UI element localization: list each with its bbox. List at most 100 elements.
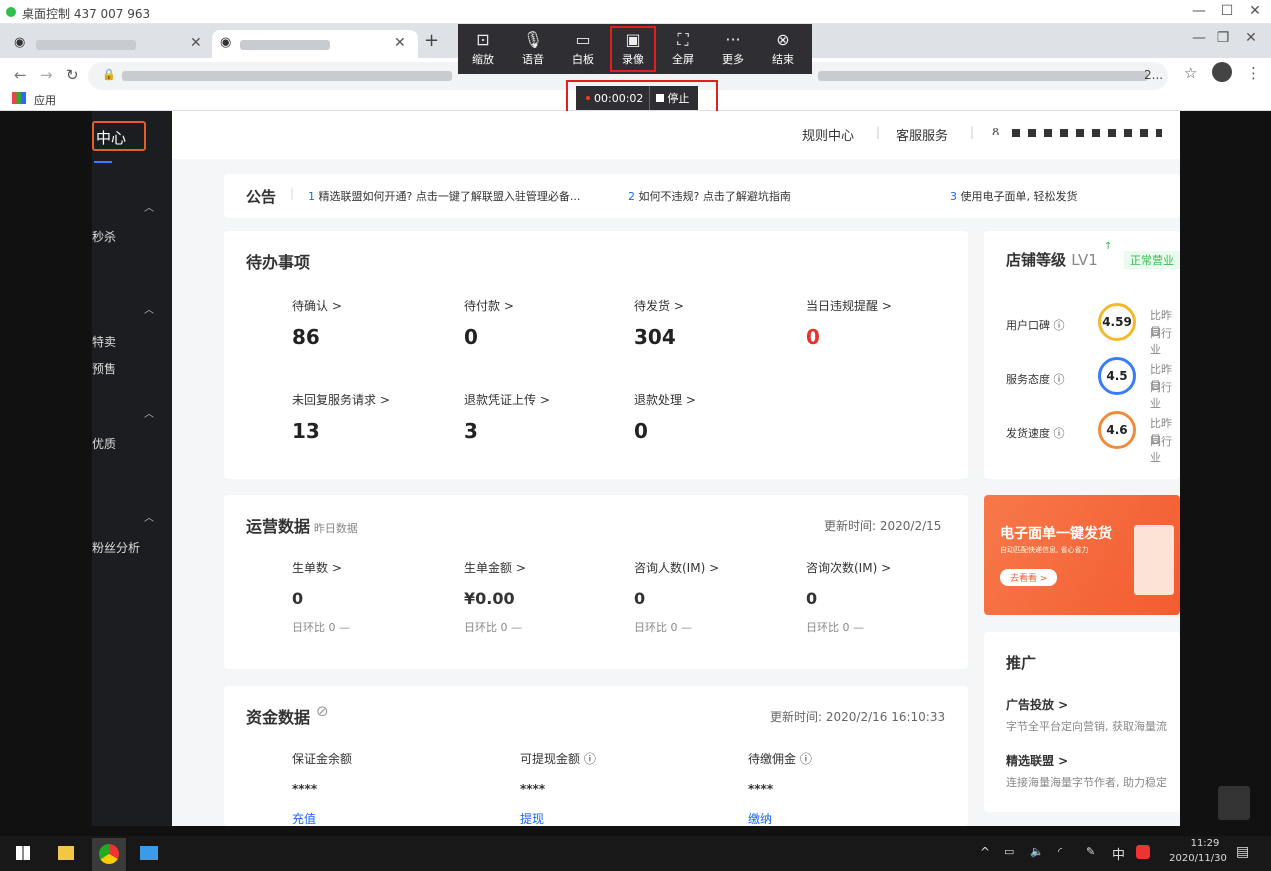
clock-time[interactable]: 11:29 xyxy=(1180,838,1230,849)
fullscreen-icon: ⛶ xyxy=(677,30,689,49)
voice-button[interactable]: 🎙 语音 xyxy=(508,24,558,74)
close-circle-icon: ⊗ xyxy=(776,30,790,49)
menu-icon[interactable]: ⋮ xyxy=(1246,64,1261,82)
todo-label[interactable]: 未回复服务请求 > xyxy=(292,391,390,408)
browser-tab[interactable]: ◉ ✕ xyxy=(8,30,212,58)
sidebar-item[interactable]: 粉丝分析 xyxy=(92,539,140,556)
metric-label: 服务态度 ⓘ xyxy=(1006,373,1065,386)
zoom-button[interactable]: ⊡ 缩放 xyxy=(458,24,508,74)
ops-card: 运营数据 昨日数据 更新时间: 2020/2/15 生单数 > 0 日环比 0 … xyxy=(224,495,968,669)
notice-item-1[interactable]: 1 精选联盟如何开通? 点击一键了解联盟入驻管理必备... xyxy=(308,188,580,204)
new-tab-button[interactable]: + xyxy=(424,30,439,51)
ime-indicator[interactable]: 中 xyxy=(1112,844,1125,863)
funds-value: **** xyxy=(748,782,774,796)
arrow-up-icon: ↑ xyxy=(1104,241,1113,252)
antivirus-icon[interactable] xyxy=(1136,845,1150,859)
clock-date[interactable]: 2020/11/30 xyxy=(1162,853,1234,864)
banner-button[interactable]: 去看看 > xyxy=(1000,569,1058,586)
ops-label[interactable]: 生单金额 > xyxy=(464,559,526,576)
todo-value: 0 xyxy=(634,419,648,443)
metric-compare: 同行业 xyxy=(1150,327,1172,356)
promotion-card: 推广 广告投放 > 字节全平台定向营销, 获取海量流 精选联盟 > 连接海量海量… xyxy=(984,632,1180,812)
apps-label[interactable]: 应用 xyxy=(34,92,56,108)
todo-label[interactable]: 待确认 > xyxy=(292,297,342,314)
recharge-link[interactable]: 充值 xyxy=(292,810,316,827)
ops-updated: 更新时间: 2020/2/15 xyxy=(824,519,942,533)
chevron-up-icon[interactable]: ︿ xyxy=(144,405,154,420)
browser-restore-button[interactable]: ❐ xyxy=(1210,30,1236,46)
status-badge: 正常营业 xyxy=(1124,251,1180,269)
tray-chevron-icon[interactable]: ^ xyxy=(980,845,990,859)
network-icon[interactable]: ◜ xyxy=(1058,845,1062,858)
rules-center-link[interactable]: 规则中心 xyxy=(802,125,854,144)
ops-value: ¥0.00 xyxy=(464,589,515,608)
pay-link[interactable]: 缴纳 xyxy=(748,810,772,827)
ops-label[interactable]: 咨询人数(IM) > xyxy=(634,559,719,576)
notice-title: 公告 xyxy=(246,188,277,206)
remote-title: 桌面控制 437 007 963 xyxy=(22,7,151,21)
battery-icon[interactable]: ▭ xyxy=(1004,845,1014,858)
eye-off-icon[interactable]: ⊘ xyxy=(316,702,329,720)
metric-compare: 同行业 xyxy=(1150,381,1172,410)
ops-label[interactable]: 生单数 > xyxy=(292,559,342,576)
chevron-up-icon[interactable]: ︿ xyxy=(144,301,154,316)
pen-icon[interactable]: ✎ xyxy=(1086,845,1095,858)
banner-illustration xyxy=(1134,525,1174,595)
funds-updated: 更新时间: 2020/2/16 16:10:33 xyxy=(770,710,946,724)
reload-icon[interactable]: ↻ xyxy=(66,66,79,84)
sidebar-item[interactable]: 预售 xyxy=(92,360,116,377)
withdraw-link[interactable]: 提现 xyxy=(520,810,544,827)
volume-icon[interactable]: 🔈 xyxy=(1030,845,1044,858)
shop-level-title: 店铺等级 xyxy=(1006,251,1067,269)
user-name-redacted xyxy=(1012,129,1162,137)
remote-app-icon[interactable] xyxy=(140,846,158,860)
close-button[interactable]: ✕ xyxy=(1242,3,1268,19)
file-explorer-icon[interactable] xyxy=(58,846,74,860)
promo-item-title[interactable]: 广告投放 > xyxy=(1006,696,1068,713)
browser-close-button[interactable]: ✕ xyxy=(1238,30,1264,46)
todo-label[interactable]: 待发货 > xyxy=(634,297,684,314)
todo-value: 3 xyxy=(464,419,478,443)
todo-label[interactable]: 退款处理 > xyxy=(634,391,696,408)
tab-close-icon[interactable]: ✕ xyxy=(394,35,406,51)
record-button[interactable]: ▣ 录像 xyxy=(608,24,658,74)
promo-banner[interactable]: 电子面单一键发货 自动匹配快递信息, 省心省力 去看看 > xyxy=(984,495,1180,615)
notice-item-3[interactable]: 3 使用电子面单, 轻松发货 xyxy=(950,188,1078,204)
apps-icon[interactable] xyxy=(12,92,26,104)
browser-minimize-button[interactable]: — xyxy=(1186,30,1212,46)
forward-icon[interactable]: → xyxy=(40,66,53,84)
todo-label[interactable]: 退款凭证上传 > xyxy=(464,391,550,408)
remote-title-bar: 桌面控制 437 007 963 — ☐ ✕ xyxy=(0,0,1271,24)
star-icon[interactable]: ☆ xyxy=(1184,64,1197,82)
stop-button[interactable]: 停止 xyxy=(667,90,689,106)
whiteboard-button[interactable]: ▭ 白板 xyxy=(558,24,608,74)
fullscreen-button[interactable]: ⛶ 全屏 xyxy=(658,24,708,74)
tab-close-icon[interactable]: ✕ xyxy=(190,35,202,51)
end-button[interactable]: ⊗ 结束 xyxy=(758,24,808,74)
minimize-button[interactable]: — xyxy=(1186,3,1212,19)
promo-item-title[interactable]: 精选联盟 > xyxy=(1006,752,1068,769)
profile-icon[interactable] xyxy=(1212,62,1232,82)
start-icon[interactable] xyxy=(16,846,30,860)
ops-label[interactable]: 咨询次数(IM) > xyxy=(806,559,891,576)
chrome-icon[interactable] xyxy=(99,844,119,864)
sidebar-item[interactable]: 优质 xyxy=(92,435,116,452)
chevron-up-icon[interactable]: ︿ xyxy=(144,509,154,524)
browser-tab-active[interactable]: ◉ ✕ xyxy=(212,30,418,58)
maximize-button[interactable]: ☐ xyxy=(1214,3,1240,19)
metric-label: 发货速度 ⓘ xyxy=(1006,427,1065,440)
notification-icon[interactable]: ▤ xyxy=(1236,844,1249,860)
notice-item-2[interactable]: 2 如何不违规? 点击了解避坑指南 xyxy=(628,188,791,204)
todo-title: 待办事项 xyxy=(246,253,311,272)
todo-label[interactable]: 当日违规提醒 > xyxy=(806,297,892,314)
customer-service-link[interactable]: 客服服务 xyxy=(896,125,948,144)
back-icon[interactable]: ← xyxy=(14,66,27,84)
funds-label: 保证金余额 xyxy=(292,752,353,766)
top-header: 规则中心 | 客服服务 | ጸ xyxy=(172,111,1180,159)
chevron-up-icon[interactable]: ︿ xyxy=(144,199,154,214)
todo-label[interactable]: 待付款 > xyxy=(464,297,514,314)
sidebar-item[interactable]: 秒杀 xyxy=(92,228,116,245)
sidebar-item[interactable]: 特卖 xyxy=(92,333,116,350)
more-button[interactable]: ··· 更多 xyxy=(708,24,758,74)
chat-widget-icon[interactable] xyxy=(1218,786,1250,820)
